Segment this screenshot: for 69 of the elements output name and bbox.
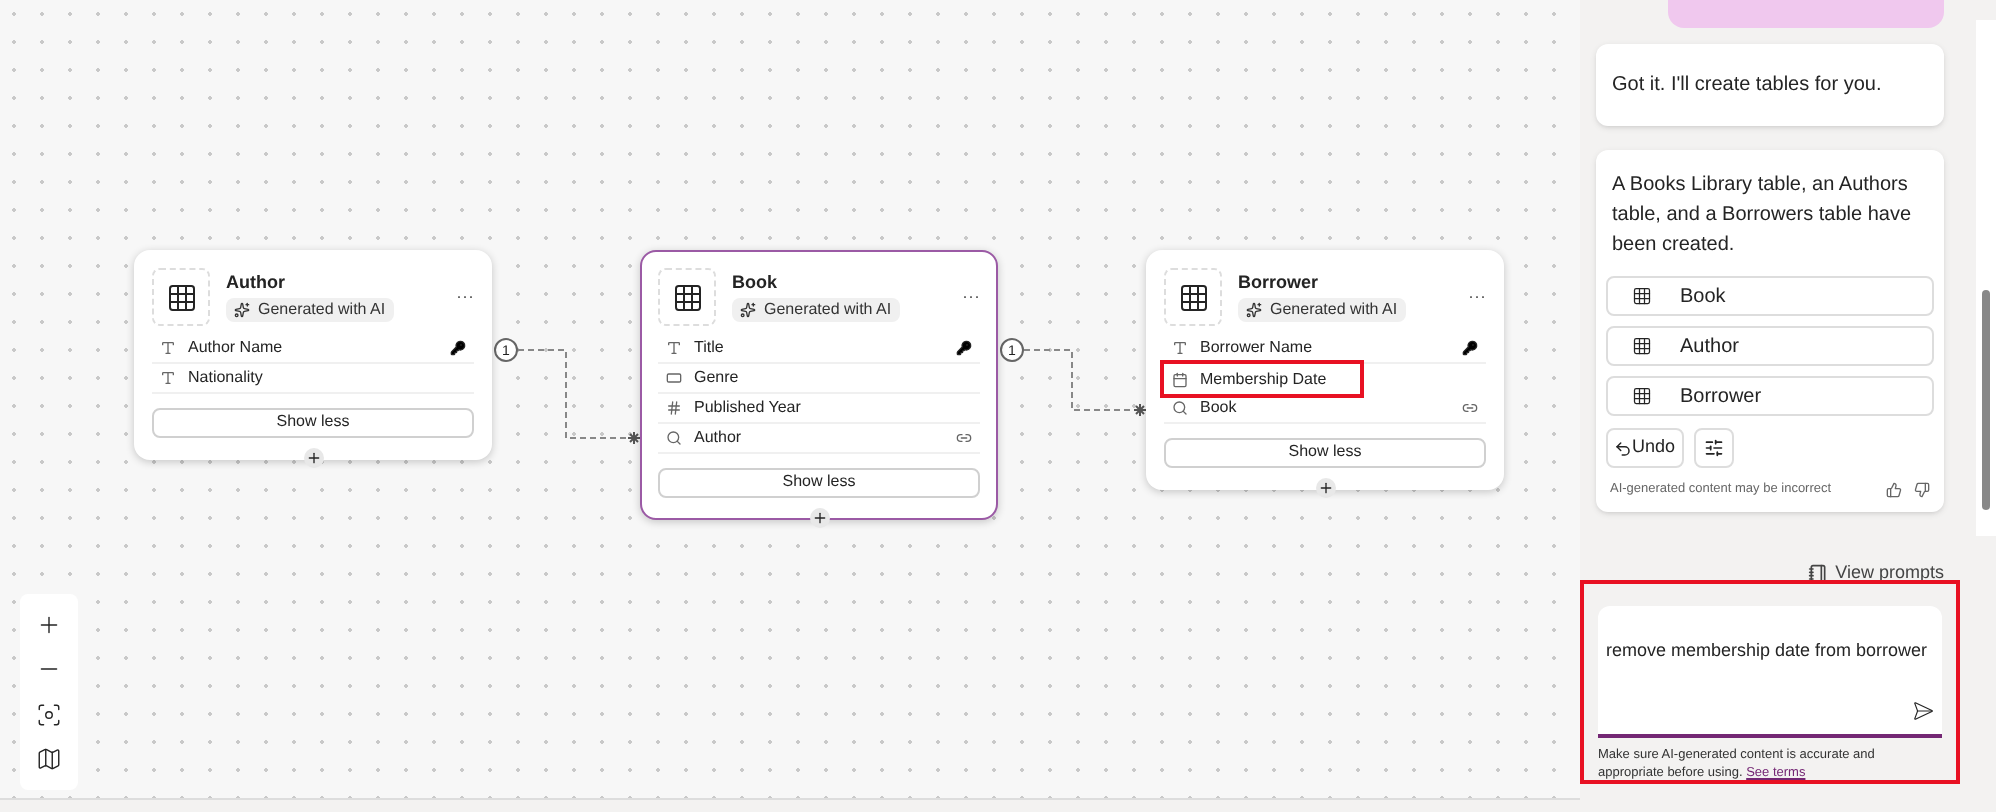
show-less-button[interactable]: Show less: [1164, 437, 1486, 467]
field-type-icon: [1172, 371, 1188, 387]
field-type-icon: [666, 370, 682, 386]
undo-icon: [1614, 439, 1632, 457]
field-name: Membership Date: [1200, 367, 1329, 391]
table-title: Borrower: [1238, 274, 1321, 292]
field-name: Author Name: [188, 336, 285, 360]
field-row[interactable]: Book: [1164, 394, 1486, 424]
field-type-icon: [666, 430, 682, 446]
field-name: Book: [1200, 396, 1239, 420]
add-icon[interactable]: [303, 448, 323, 468]
thumbs-up-icon[interactable]: [1886, 481, 1902, 498]
field-type-icon: [160, 340, 176, 356]
scrollbar[interactable]: [1976, 20, 1996, 536]
field-row[interactable]: Genre: [658, 364, 980, 394]
table-icon: [658, 268, 716, 326]
prompt-input-field[interactable]: remove membership date from borrower: [1598, 606, 1942, 738]
view-prompts-button[interactable]: View prompts: [1807, 560, 1944, 587]
more-options-button[interactable]: ···: [962, 268, 980, 311]
more-options-button[interactable]: ···: [1468, 268, 1486, 311]
show-less-button[interactable]: Show less: [658, 467, 980, 497]
scrollbar-thumb[interactable]: [1982, 290, 1990, 510]
table-title: Book: [732, 274, 779, 292]
field-type-icon: [666, 340, 682, 356]
table-icon: [1632, 336, 1652, 356]
settings-button[interactable]: [1693, 428, 1734, 468]
send-icon[interactable]: [1912, 700, 1934, 722]
chat-message: Got it. I'll create tables for you.: [1596, 44, 1944, 126]
prompt-text: remove membership date from borrower: [1606, 640, 1928, 660]
field-name: Borrower Name: [1200, 336, 1315, 360]
field-name: Title: [694, 336, 726, 360]
map-icon[interactable]: [36, 746, 62, 773]
generated-badge: Generated with AI: [1238, 298, 1406, 322]
table-link-button[interactable]: Book: [1606, 276, 1934, 316]
field-type-icon: [1172, 340, 1188, 356]
add-icon[interactable]: [1315, 478, 1335, 498]
table-icon: [1632, 286, 1652, 306]
fit-view-icon[interactable]: [36, 701, 62, 728]
chat-message: A Books Library table, an Authors table, and a Borrowers table have been created.: [1610, 172, 1914, 260]
generated-badge: Generated with AI: [732, 298, 900, 322]
sliders-icon: [1703, 438, 1724, 458]
field-type-icon: [1172, 400, 1188, 416]
add-icon[interactable]: [809, 508, 829, 528]
generated-badge: Generated with AI: [226, 298, 394, 322]
field-row[interactable]: Nationality: [152, 364, 474, 394]
field-name: Nationality: [188, 366, 265, 390]
more-options-button[interactable]: ···: [456, 268, 474, 311]
table-title: Author: [226, 274, 287, 292]
undo-button[interactable]: Undo: [1606, 428, 1684, 468]
zoom-in-icon[interactable]: [36, 611, 62, 638]
field-row[interactable]: Author Name: [152, 334, 474, 364]
table-icon: [1632, 386, 1652, 406]
field-type-icon: [666, 400, 682, 416]
field-type-icon: [160, 370, 176, 386]
field-row[interactable]: Title: [658, 334, 980, 364]
show-less-button[interactable]: Show less: [152, 407, 474, 437]
notebook-icon: [1807, 563, 1828, 584]
thumbs-down-icon[interactable]: [1914, 481, 1930, 498]
field-row[interactable]: Borrower Name: [1164, 334, 1486, 364]
field-row[interactable]: Membership Date: [1164, 364, 1360, 394]
table-link-button[interactable]: Borrower: [1606, 376, 1934, 416]
field-name: Published Year: [694, 396, 803, 420]
field-name: Author: [694, 426, 744, 450]
table-icon: [1164, 268, 1222, 326]
field-name: Genre: [694, 366, 741, 390]
table-icon: [152, 268, 210, 326]
table-link-button[interactable]: Author: [1606, 326, 1934, 366]
field-row[interactable]: Published Year: [658, 394, 980, 424]
field-row[interactable]: Author: [658, 424, 980, 454]
